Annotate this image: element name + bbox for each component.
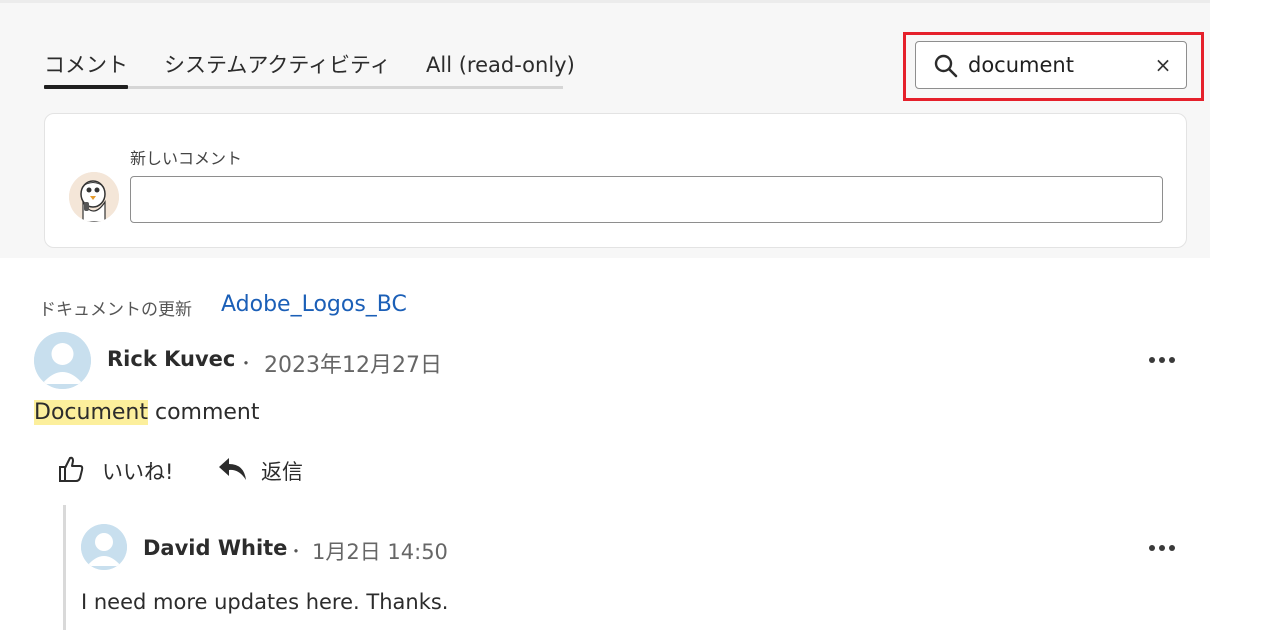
active-tab-indicator [44,85,128,89]
meta-separator: ・ [288,542,305,561]
new-comment-label: 新しいコメント [130,149,243,168]
reply-body: I need more updates here. Thanks. [81,590,449,614]
dot-icon [1169,545,1175,551]
user-placeholder-icon [34,332,91,389]
tab-all-read-only[interactable]: All (read-only) [426,50,575,88]
clear-search-button[interactable]: × [1152,50,1174,80]
dot-icon [1149,545,1155,551]
search-icon [934,54,958,78]
top-divider [0,0,1210,3]
comments-header-panel: コメント システムアクティビティ All (read-only) × 新しいコ [0,0,1210,258]
activity-feed: ドキュメントの更新 Adobe_Logos_BC Rick Kuvec ・ 20… [5,258,1223,630]
reply-date: 1月2日 14:50 [312,540,448,564]
comment-author-name[interactable]: Rick Kuvec [107,347,235,371]
reply-arrow-icon [219,458,246,480]
user-placeholder-icon [81,524,127,570]
dot-icon [1159,357,1165,363]
search-match-highlight: Document [34,400,148,425]
dot-icon [1169,357,1175,363]
comment-more-options-button[interactable] [1147,350,1179,370]
dot-icon [1149,357,1155,363]
reply-thread-line [63,505,66,630]
comment-author-avatar [34,332,91,389]
tab-comments[interactable]: コメント [44,50,128,88]
thumbs-up-icon [59,456,84,482]
new-comment-input[interactable] [130,176,1163,223]
current-user-avatar [69,172,119,222]
search-field[interactable]: × [915,41,1187,89]
activity-type-label: ドキュメントの更新 [39,300,192,320]
reply-author-name[interactable]: David White [143,536,287,560]
dot-icon [1159,545,1165,551]
comment-date: 2023年12月27日 [264,353,442,378]
search-input[interactable] [968,51,1138,79]
tab-system-activity[interactable]: システムアクティビティ [164,50,391,88]
penguin-avatar-icon [69,172,119,222]
like-label: いいね! [102,460,174,484]
right-gutter [1223,0,1282,630]
reply-more-options-button[interactable] [1147,538,1179,558]
reply-label: 返信 [261,460,303,484]
reply-author-avatar [81,524,127,570]
comment-body: Document comment [34,400,260,425]
document-link[interactable]: Adobe_Logos_BC [221,292,407,317]
comment-body-rest: comment [147,400,260,425]
new-comment-card: 新しいコメント [44,113,1187,248]
meta-separator: ・ [238,354,255,373]
